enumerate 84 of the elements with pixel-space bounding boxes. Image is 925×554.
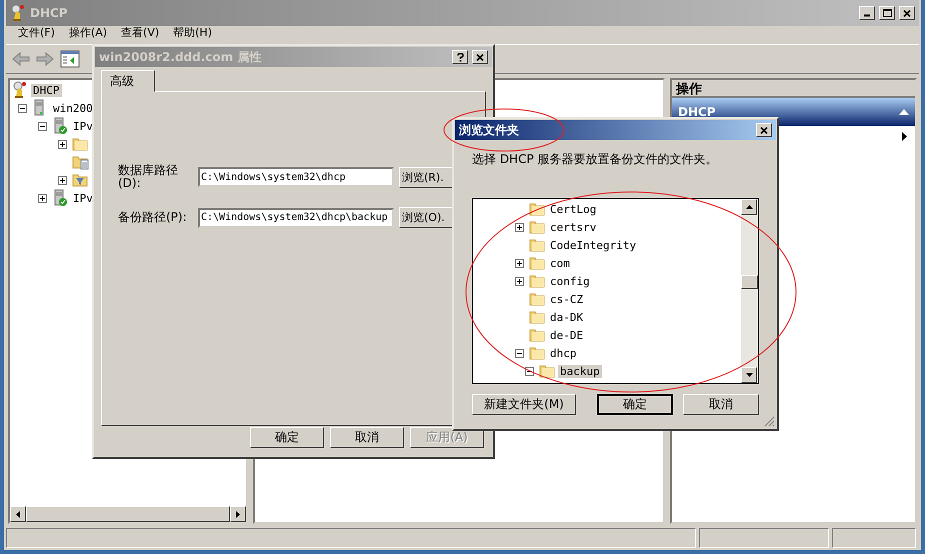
expand-icon[interactable]	[58, 140, 66, 148]
server-check-icon	[52, 189, 68, 207]
folder-icon	[72, 136, 88, 152]
folder-icon	[529, 291, 545, 307]
folder-item[interactable]: com	[548, 256, 572, 270]
folder-icon	[529, 255, 545, 271]
field-label: 数据库路径(D):	[118, 164, 179, 190]
tree-item[interactable]: DHCP	[31, 84, 62, 96]
menu-item[interactable]: 查看(V)	[121, 26, 160, 40]
path-field[interactable]: C:\Windows\system32\dhcp	[198, 167, 394, 187]
window-title: DHCP	[30, 6, 69, 20]
dialog-button[interactable]: 取消	[683, 394, 759, 415]
folder-icon	[529, 309, 545, 325]
close-button[interactable]	[472, 50, 488, 64]
menu-item[interactable]: 帮助(H)	[173, 26, 212, 40]
dialog-button[interactable]: 新建文件夹(M)	[472, 394, 576, 415]
folder-icon	[529, 201, 545, 217]
folder-item[interactable]: cs-CZ	[548, 292, 586, 306]
tree-item[interactable]: win200	[51, 102, 95, 114]
expand-icon[interactable]	[514, 258, 524, 268]
scroll-up-icon	[746, 205, 752, 209]
dialog-button[interactable]: 确定	[250, 427, 324, 448]
dialog-title: win2008r2.ddd.com 属性	[99, 48, 262, 66]
folder-item[interactable]: certsrv	[548, 220, 598, 234]
path-field[interactable]: C:\Windows\system32\dhcp\backup	[198, 208, 394, 228]
help-icon	[456, 52, 464, 62]
maximize-icon	[882, 9, 892, 17]
folder-filter-icon	[72, 172, 88, 188]
tab[interactable]: 高级	[101, 70, 155, 92]
tree-item[interactable]: IPv	[71, 192, 95, 204]
scrollbar-thumb[interactable]	[741, 275, 758, 289]
folder-item[interactable]: dhcp	[548, 346, 578, 360]
collapse-icon[interactable]	[18, 104, 26, 112]
maximize-button[interactable]	[879, 6, 895, 20]
expand-icon[interactable]	[38, 194, 46, 202]
dialog-prompt: 选择 DHCP 服务器要放置备份文件的文件夹。	[471, 151, 719, 168]
menu-item[interactable]: 文件(F)	[18, 26, 55, 40]
folder-item[interactable]: backup	[558, 364, 602, 378]
folder-item[interactable]: da-DK	[548, 310, 586, 324]
folder-icon	[529, 327, 545, 343]
folder-icon	[529, 345, 545, 361]
dhcp-icon	[12, 81, 28, 99]
field-label: 备份路径(P):	[118, 211, 188, 224]
folder-item[interactable]: de-DE	[548, 328, 586, 342]
minimize-button[interactable]	[859, 6, 875, 20]
help-button[interactable]	[452, 50, 468, 64]
scroll-left-icon	[16, 510, 20, 518]
expand-icon[interactable]	[514, 222, 524, 232]
menu-item[interactable]: 操作(A)	[68, 26, 108, 40]
folder-item[interactable]: CodeIntegrity	[548, 238, 638, 252]
submenu-arrow-icon[interactable]	[902, 132, 907, 140]
scroll-down-icon	[746, 373, 752, 377]
close-button[interactable]	[899, 6, 915, 20]
close-button[interactable]	[756, 123, 772, 137]
folder-list-icon	[72, 154, 90, 170]
resize-grip-icon[interactable]	[764, 416, 775, 427]
dialog-button[interactable]: 确定	[597, 394, 673, 415]
close-icon	[476, 54, 484, 60]
browse-button[interactable]: 浏览(O).	[399, 207, 455, 228]
collapse-icon[interactable]	[38, 122, 46, 130]
folder-icon	[529, 219, 545, 235]
dialog-button[interactable]: 取消	[330, 427, 404, 448]
forward-icon[interactable]	[36, 52, 54, 66]
expand-icon[interactable]	[58, 176, 66, 184]
folder-icon	[539, 363, 555, 379]
collapse-icon	[899, 109, 909, 115]
scroll-right-icon	[236, 510, 240, 518]
folder-item[interactable]: CertLog	[548, 202, 598, 216]
actions-header: 操作	[672, 80, 915, 98]
expand-icon[interactable]	[514, 276, 524, 286]
server-check-icon	[52, 117, 68, 135]
tree-item[interactable]: IPv	[71, 120, 95, 132]
folder-item[interactable]: config	[548, 274, 592, 288]
browse-button[interactable]: 浏览(R).	[399, 166, 455, 188]
dialog-title: 浏览文件夹	[459, 122, 520, 138]
back-icon[interactable]	[12, 52, 30, 66]
folder-icon	[529, 237, 545, 253]
console-tree-icon[interactable]	[60, 50, 80, 68]
close-icon	[760, 126, 768, 134]
dhcp-icon	[10, 4, 26, 22]
collapse-icon[interactable]	[514, 348, 524, 358]
close-icon	[903, 10, 911, 16]
vertical-scrollbar[interactable]	[741, 199, 758, 383]
folder-icon	[529, 273, 545, 289]
